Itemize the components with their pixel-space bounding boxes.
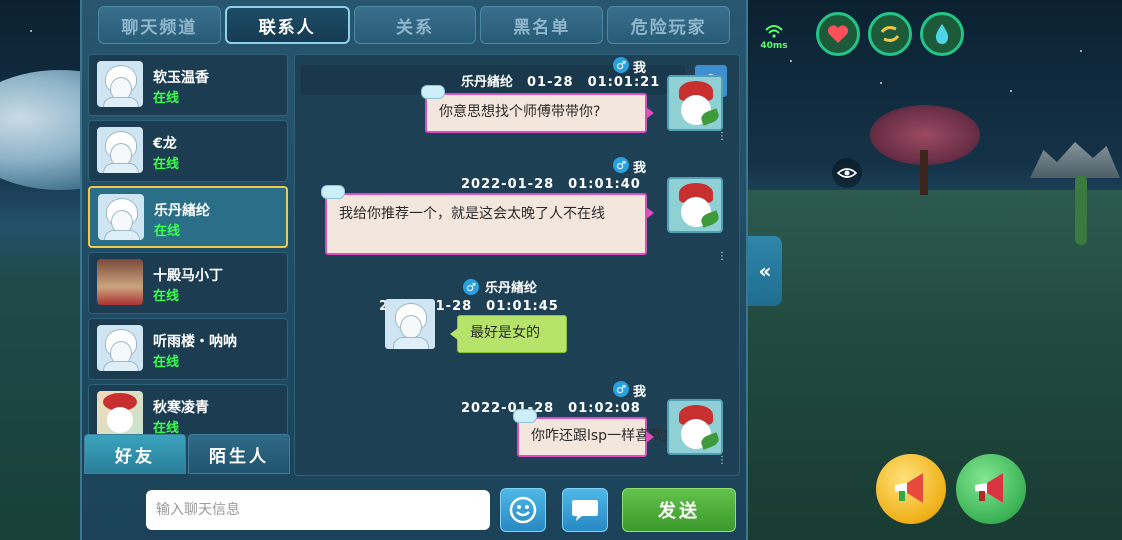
world-broadcast-button[interactable] (876, 454, 946, 524)
my-avatar[interactable] (667, 399, 723, 455)
contact-status: 在线 (154, 224, 181, 239)
their-message-bubble: 最好是女的 (450, 315, 567, 353)
bubble-cloud-decoration (321, 185, 345, 199)
social-panel: 聊天频道 联系人 关系 黑名单 危险玩家 软玉温香 在线 €龙 在线 乐丹緖纶 … (80, 0, 748, 540)
bubble-cloud-decoration (513, 409, 537, 423)
tab-strangers[interactable]: 陌生人 (188, 434, 290, 474)
male-gender-icon: ♂ (463, 279, 479, 295)
my-message-bubble: 你意思想找个师傅带带你? (421, 85, 654, 133)
chat-header-name: 乐丹緖纶 (461, 75, 514, 90)
water-drop-icon (935, 24, 949, 44)
water-button[interactable] (920, 12, 964, 56)
contact-item[interactable]: 十殿马小丁 在线 (88, 252, 288, 314)
contact-name: 软玉温香 (153, 70, 209, 86)
white-hair-avatar (97, 325, 143, 371)
network-signal: 40ms (756, 24, 792, 51)
bubble-cloud-decoration (421, 85, 445, 99)
team-broadcast-button[interactable] (956, 454, 1026, 524)
cactus (1075, 175, 1087, 245)
my-avatar[interactable] (667, 177, 723, 233)
message-text: 你意思想找个师傅带带你? (439, 104, 601, 120)
megaphone-icon (975, 473, 1003, 503)
tree-trunk (920, 150, 928, 195)
send-button[interactable]: 发送 (622, 488, 736, 532)
contact-item[interactable]: €龙 在线 (88, 120, 288, 182)
swap-icon (880, 26, 900, 42)
contact-item[interactable]: 秋寒凌青 在线 (88, 384, 288, 434)
emoji-button[interactable] (500, 488, 546, 532)
health-button[interactable] (816, 12, 860, 56)
contact-status: 在线 (153, 421, 180, 434)
eye-icon (837, 168, 857, 178)
contact-name: €龙 (153, 136, 177, 152)
message-text: 我给你推荐一个，就是这会太晚了人不在线 (339, 206, 605, 222)
smiley-icon (509, 496, 537, 524)
megaphone-icon (895, 473, 923, 503)
quick-phrase-button[interactable] (562, 488, 608, 532)
snowman-avatar (97, 391, 143, 434)
male-avatar (97, 259, 143, 305)
sender-name: 乐丹緖纶 (485, 281, 538, 296)
sender-name: 我 (633, 61, 647, 76)
male-gender-icon: ♂ (613, 381, 629, 397)
contact-name: 秋寒凌青 (153, 400, 209, 416)
contact-status: 在线 (153, 289, 180, 304)
chat-input-bar: 发送 (82, 480, 746, 540)
tab-friends[interactable]: 好友 (84, 434, 186, 474)
contact-item[interactable]: 软玉温香 在线 (88, 54, 288, 116)
collapse-panel-button[interactable]: « (748, 236, 782, 306)
wifi-signal-icon (765, 25, 783, 38)
contact-item[interactable]: 听雨楼・呐呐 在线 (88, 318, 288, 380)
tab-relations[interactable]: 关系 (353, 6, 477, 44)
tab-blacklist[interactable]: 黑名单 (480, 6, 604, 44)
contact-status: 在线 (153, 355, 180, 370)
my-avatar[interactable] (667, 75, 723, 131)
tab-dangerous-players[interactable]: 危险玩家 (607, 6, 730, 44)
message-read-mark: ⋮ (717, 251, 727, 262)
contact-status: 在线 (153, 157, 180, 172)
message-time: 2022-01-28 01:02:08 (461, 401, 641, 416)
message-time: 2022-01-28 01:01:40 (461, 177, 641, 192)
contact-status: 在线 (153, 91, 180, 106)
contact-avatar[interactable] (385, 299, 435, 349)
double-chevron-left-icon: « (758, 259, 772, 283)
tab-contacts[interactable]: 联系人 (224, 6, 350, 44)
tab-chat-channel[interactable]: 聊天频道 (98, 6, 221, 44)
male-gender-icon: ♂ (613, 57, 629, 73)
contact-name: 十殿马小丁 (153, 268, 223, 284)
message-read-mark: ⋮ (717, 131, 727, 142)
ping-label: 40ms (760, 41, 788, 51)
friend-type-tabs: 好友 陌生人 (84, 434, 290, 476)
contact-list[interactable]: 软玉温香 在线 €龙 在线 乐丹緖纶 在线 十殿马小丁 在线 听雨楼・呐呐 在线 (84, 54, 290, 434)
heart-icon (827, 25, 849, 43)
top-tab-bar: 聊天频道 联系人 关系 黑名单 危险玩家 (98, 6, 730, 46)
chat-input[interactable] (146, 490, 490, 530)
white-hair-avatar (97, 61, 143, 107)
my-message-bubble: 你咋还跟lsp一样喜欢女的 (513, 409, 691, 457)
swap-button[interactable] (868, 12, 912, 56)
male-gender-icon: ♂ (613, 157, 629, 173)
distant-rocks (1030, 142, 1120, 178)
contact-name: 听雨楼・呐呐 (153, 334, 237, 350)
speech-bubble-icon (572, 500, 598, 521)
message-text: 最好是女的 (470, 325, 540, 341)
contact-item-selected[interactable]: 乐丹緖纶 在线 (88, 186, 288, 248)
visibility-toggle[interactable] (832, 158, 862, 188)
message-read-mark: ⋮ (717, 455, 727, 466)
my-message-bubble: 我给你推荐一个，就是这会太晚了人不在线 (321, 185, 654, 255)
contact-name: 乐丹緖纶 (154, 203, 210, 219)
white-hair-avatar (98, 194, 144, 240)
white-hair-avatar (97, 127, 143, 173)
chat-message-area[interactable]: 乐丹緖纶 01-28 01:01:21 ♂ 我 你意思想找个师傅带带你? ⋮ ♂… (294, 54, 740, 476)
